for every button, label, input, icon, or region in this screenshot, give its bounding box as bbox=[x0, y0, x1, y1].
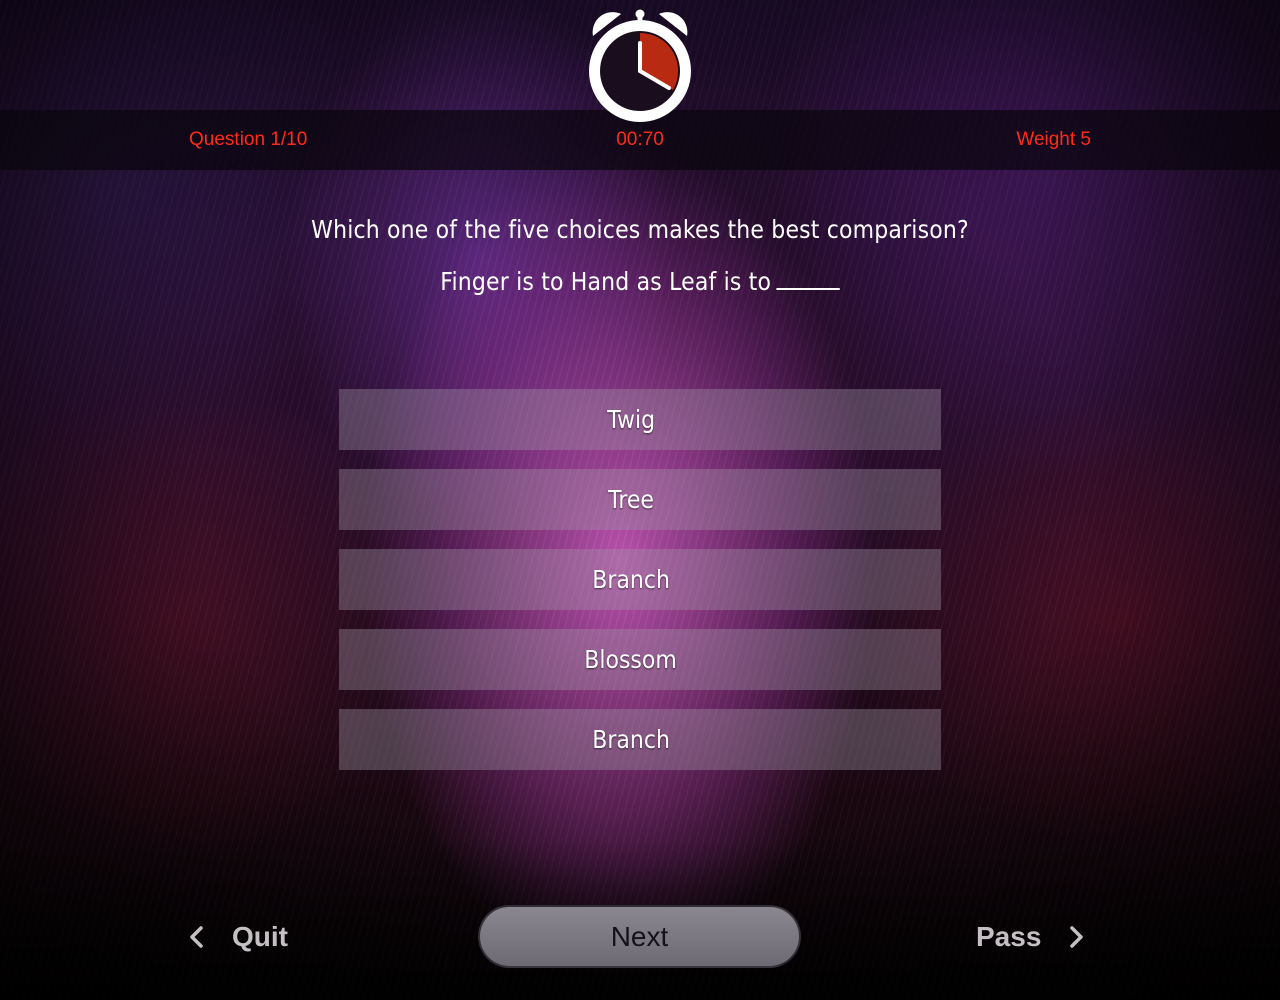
quit-label: Quit bbox=[232, 921, 288, 952]
choice-3[interactable]: Branch bbox=[339, 549, 941, 610]
pass-label: Pass bbox=[976, 921, 1042, 952]
choice-label: Branch bbox=[592, 725, 670, 754]
choice-4[interactable]: Blossom bbox=[339, 629, 941, 690]
choice-label: Branch bbox=[592, 565, 670, 594]
next-label: Next bbox=[610, 920, 669, 952]
choice-1[interactable]: Twig bbox=[339, 389, 941, 450]
next-button[interactable]: Next bbox=[478, 905, 801, 968]
choice-2[interactable]: Tree bbox=[339, 469, 941, 530]
chevron-left-icon bbox=[190, 926, 203, 948]
question-weight: Weight 5 bbox=[1016, 129, 1091, 150]
alarm-clock-icon bbox=[589, 9, 691, 122]
question-counter: Question 1/10 bbox=[189, 129, 308, 150]
answer-choices: Twig Tree Branch Blossom Branch bbox=[339, 389, 941, 789]
answer-blank bbox=[776, 262, 840, 290]
choice-label: Twig bbox=[607, 405, 655, 434]
pass-button[interactable]: Pass bbox=[976, 912, 1087, 962]
quit-button[interactable]: Quit bbox=[186, 912, 288, 962]
choice-5[interactable]: Branch bbox=[339, 709, 941, 770]
question-prompt: Which one of the five choices makes the … bbox=[311, 215, 969, 244]
analogy-text: Finger is to Hand as Leaf is to bbox=[440, 267, 772, 296]
question-analogy: Finger is to Hand as Leaf is to bbox=[77, 262, 1203, 296]
choice-label: Tree bbox=[608, 485, 654, 514]
choice-label: Blossom bbox=[584, 645, 678, 674]
chevron-right-icon bbox=[1070, 926, 1084, 948]
